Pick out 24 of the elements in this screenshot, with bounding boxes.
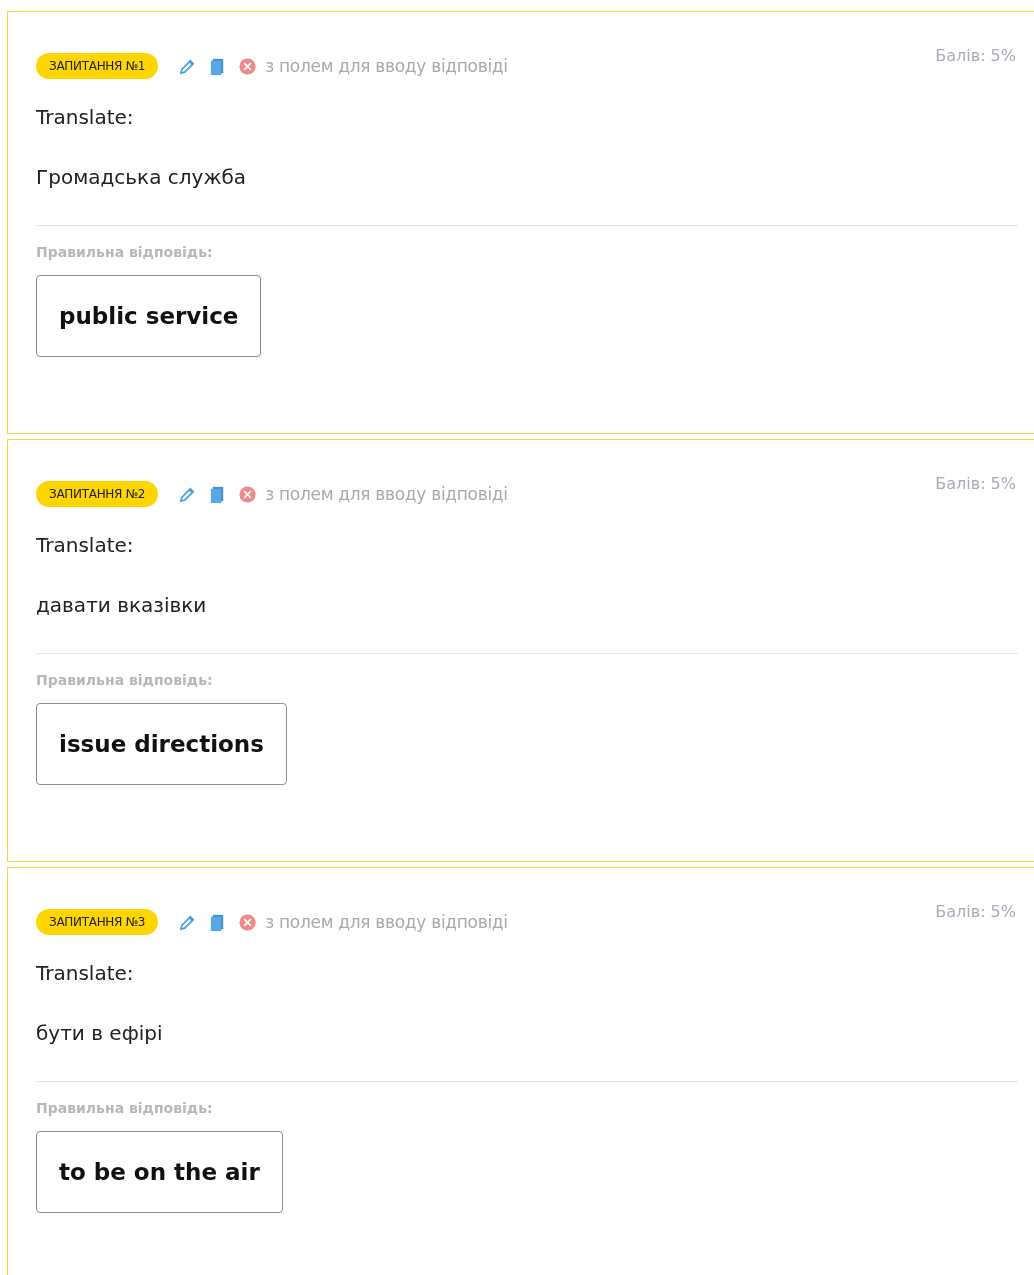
answer-box: to be on the air (36, 1131, 283, 1213)
answer-label: Правильна відповідь: (36, 672, 214, 688)
answer-box: issue directions (36, 703, 287, 785)
score-label: Балів: 5% (935, 46, 1016, 65)
delete-icon[interactable] (238, 484, 258, 504)
score-label: Балів: 5% (935, 902, 1016, 921)
delete-icon[interactable] (238, 56, 258, 76)
question-type: з полем для вводу відповіді (265, 56, 508, 76)
question-type: з полем для вводу відповіді (265, 912, 508, 932)
question-text: Громадська служба (36, 165, 247, 189)
question-instruction: Translate: (36, 105, 135, 129)
question-badge: ЗАПИТАННЯ №2 (36, 481, 159, 507)
answer-label: Правильна відповідь: (36, 1100, 214, 1116)
question-badge: ЗАПИТАННЯ №3 (36, 909, 159, 935)
answer-box: public service (36, 275, 262, 357)
question-instruction: Translate: (36, 961, 135, 985)
delete-icon[interactable] (238, 912, 258, 932)
score-label: Балів: 5% (935, 474, 1016, 493)
question-badge: ЗАПИТАННЯ №1 (36, 53, 159, 79)
question-text: давати вказівки (36, 593, 208, 617)
question-text: бути в ефірі (36, 1021, 164, 1045)
question-type: з полем для вводу відповіді (265, 484, 508, 504)
question-instruction: Translate: (36, 533, 135, 557)
answer-label: Правильна відповідь: (36, 244, 214, 260)
